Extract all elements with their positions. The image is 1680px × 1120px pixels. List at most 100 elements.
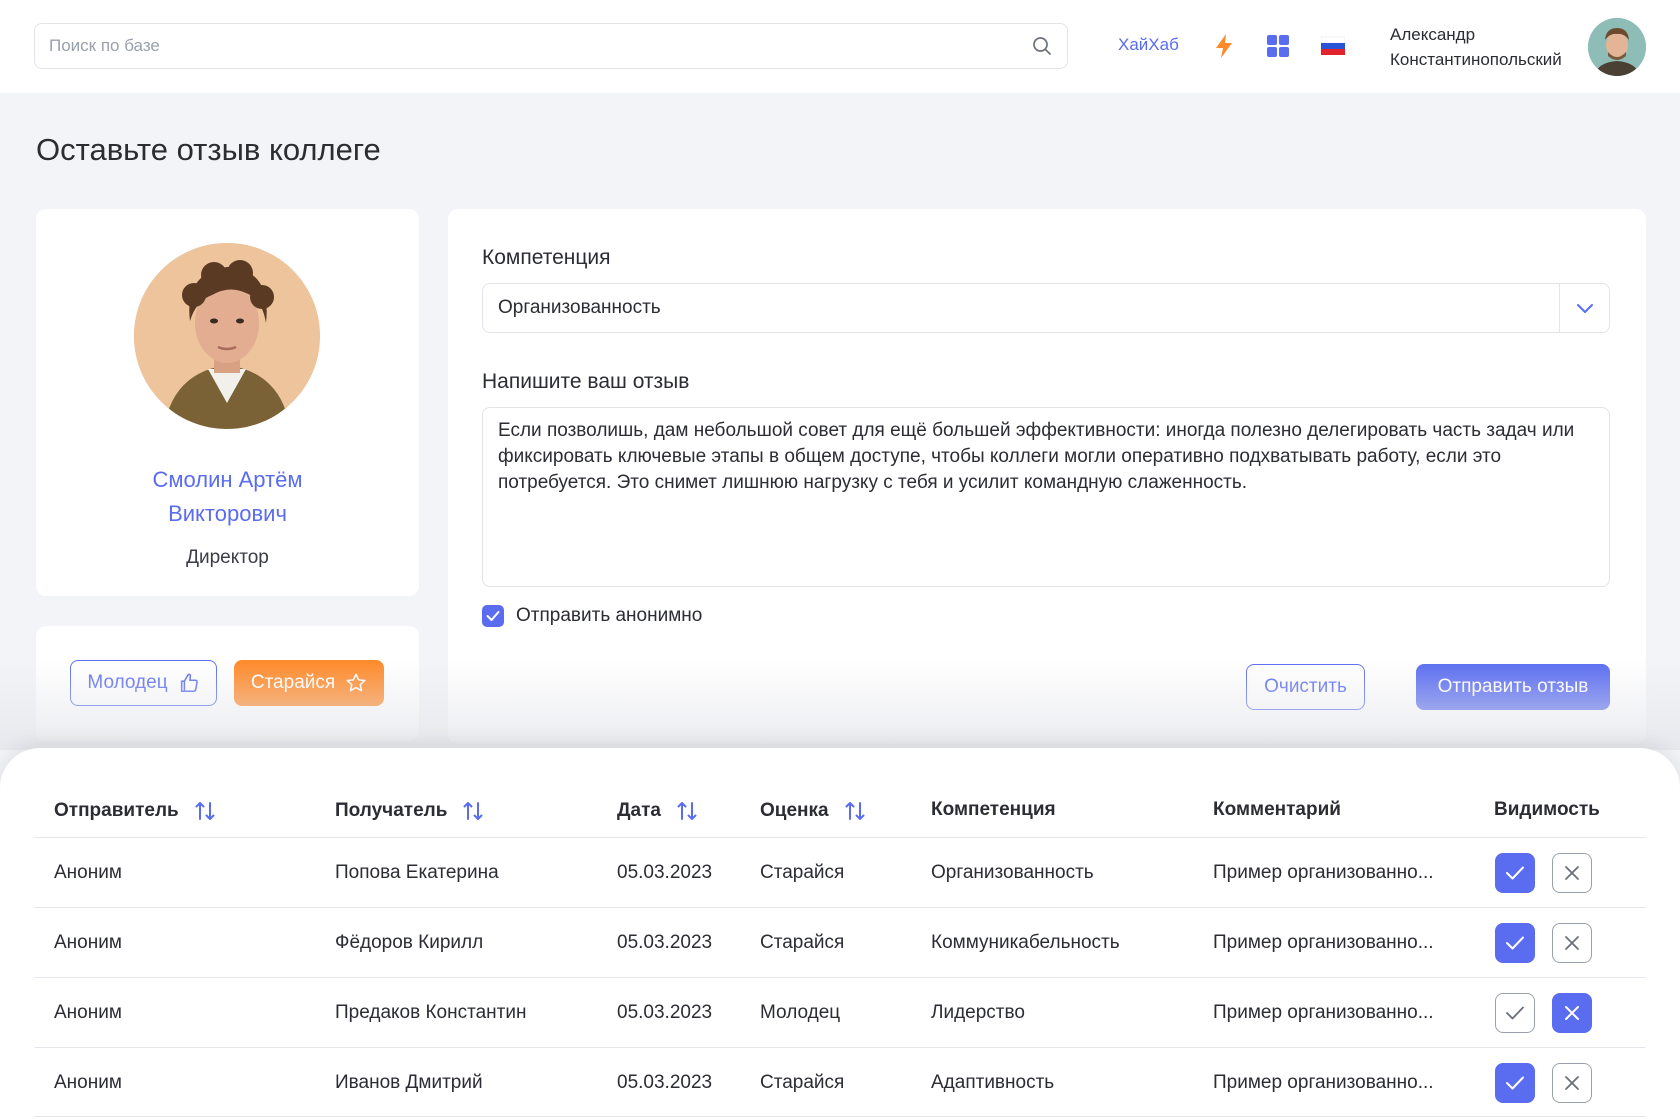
- check-icon: [1506, 866, 1524, 880]
- try-harder-button[interactable]: Старайся: [234, 660, 384, 706]
- cell-competence: Коммуникабельность: [931, 932, 1120, 953]
- chevron-down-icon[interactable]: [1559, 284, 1609, 332]
- good-job-label: Молодец: [87, 672, 168, 693]
- colleague-name[interactable]: Смолин Артём Викторович: [36, 463, 419, 531]
- clear-button[interactable]: Очистить: [1246, 664, 1365, 710]
- show-button[interactable]: [1495, 853, 1535, 893]
- user-avatar[interactable]: [1588, 18, 1646, 76]
- submit-review-button[interactable]: Отправить отзыв: [1416, 664, 1610, 710]
- cell-recipient: Предаков Константин: [335, 1002, 527, 1023]
- close-icon: [1565, 936, 1579, 950]
- th-visibility: Видимость: [1494, 799, 1600, 821]
- check-icon: [1506, 1076, 1524, 1090]
- sort-icon[interactable]: [675, 799, 699, 823]
- cell-comment[interactable]: Пример организованно...: [1213, 978, 1434, 1048]
- hide-button[interactable]: [1552, 993, 1592, 1033]
- check-icon: [1506, 1006, 1524, 1020]
- th-recipient: Получатель: [335, 799, 485, 823]
- table-row[interactable]: Аноним Иванов Дмитрий 05.03.2023 Старайс…: [34, 1047, 1646, 1117]
- cell-date: 05.03.2023: [617, 1002, 713, 1023]
- th-comment-label: Комментарий: [1213, 799, 1341, 820]
- colleague-photo: [134, 243, 320, 429]
- anonymous-checkbox-row[interactable]: Отправить анонимно: [482, 605, 702, 627]
- cell-comment[interactable]: Пример организованно...: [1213, 838, 1434, 908]
- hub-link[interactable]: ХайХаб: [1118, 35, 1179, 55]
- sort-icon[interactable]: [843, 799, 867, 823]
- cell-date: 05.03.2023: [617, 932, 713, 953]
- page-title: Оставьте отзыв коллеге: [36, 132, 381, 167]
- colleague-profile-card: Смолин Артём Викторович Директор: [36, 209, 419, 596]
- cell-sender: Аноним: [54, 1072, 122, 1093]
- sort-icon[interactable]: [193, 799, 217, 823]
- th-sender-label: Отправитель: [54, 800, 179, 821]
- table-row[interactable]: Аноним Попова Екатерина 05.03.2023 Стара…: [34, 837, 1646, 907]
- cell-rating: Молодец: [760, 1002, 841, 1023]
- cell-competence: Адаптивность: [931, 1072, 1055, 1093]
- colleague-role: Директор: [186, 547, 269, 568]
- colleague-name-line1: Смолин Артём: [152, 467, 303, 492]
- cell-rating: Старайся: [760, 862, 845, 883]
- competence-select-value: Организованность: [498, 297, 661, 318]
- th-visibility-label: Видимость: [1494, 799, 1600, 820]
- star-icon: [346, 673, 366, 692]
- competence-label: Компетенция: [482, 246, 611, 269]
- th-sender: Отправитель: [54, 799, 217, 823]
- checkmark-icon: [486, 611, 500, 621]
- show-button[interactable]: [1495, 923, 1535, 963]
- cell-comment[interactable]: Пример организованно...: [1213, 1048, 1434, 1118]
- competence-select[interactable]: Организованность: [482, 283, 1610, 333]
- cell-recipient: Попова Екатерина: [335, 862, 499, 883]
- anonymous-checkbox[interactable]: [482, 605, 504, 627]
- table-row[interactable]: Аноним Предаков Константин 05.03.2023 Мо…: [34, 977, 1646, 1047]
- grid-icon[interactable]: [1265, 33, 1291, 59]
- th-competence-label: Компетенция: [931, 799, 1056, 820]
- review-label: Напишите ваш отзыв: [482, 370, 690, 393]
- table-row[interactable]: Аноним Фёдоров Кирилл 05.03.2023 Старайс…: [34, 907, 1646, 977]
- lightning-icon[interactable]: [1211, 33, 1237, 59]
- cell-date: 05.03.2023: [617, 862, 713, 883]
- cell-date: 05.03.2023: [617, 1072, 713, 1093]
- search-input[interactable]: [49, 36, 1031, 56]
- review-textarea[interactable]: Если позволишь, дам небольшой совет для …: [482, 407, 1610, 587]
- try-harder-label: Старайся: [250, 672, 336, 693]
- reviews-table-panel: Отправитель Получатель Дата Оценка Компе…: [0, 748, 1680, 1120]
- thumbs-up-icon: [180, 673, 198, 693]
- colleague-name-line2: Викторович: [168, 501, 287, 526]
- user-first-name: Александр: [1390, 25, 1476, 44]
- th-date-label: Дата: [617, 800, 661, 821]
- anonymous-label: Отправить анонимно: [516, 605, 703, 626]
- user-last-name: Константинопольский: [1390, 50, 1562, 69]
- cell-rating: Старайся: [760, 1072, 845, 1093]
- praise-card: Молодец Старайся: [36, 626, 419, 741]
- close-icon: [1565, 866, 1579, 880]
- top-header: ХайХаб Александр Константинопольский: [0, 0, 1680, 93]
- search-bar[interactable]: [34, 23, 1068, 69]
- th-date: Дата: [617, 799, 699, 823]
- check-icon: [1506, 936, 1524, 950]
- th-competence: Компетенция: [931, 799, 1056, 821]
- russia-flag-icon[interactable]: [1320, 33, 1346, 59]
- cell-recipient: Иванов Дмитрий: [335, 1072, 483, 1093]
- sort-icon[interactable]: [461, 799, 485, 823]
- review-form-card: Компетенция Организованность Напишите ва…: [448, 209, 1646, 744]
- cell-comment[interactable]: Пример организованно...: [1213, 908, 1434, 978]
- cell-sender: Аноним: [54, 862, 122, 883]
- show-button[interactable]: [1495, 1063, 1535, 1103]
- hide-button[interactable]: [1552, 1063, 1592, 1103]
- th-rating: Оценка: [760, 799, 867, 823]
- th-rating-label: Оценка: [760, 800, 829, 821]
- good-job-button[interactable]: Молодец: [70, 660, 217, 706]
- close-icon: [1565, 1006, 1579, 1020]
- hide-button[interactable]: [1552, 853, 1592, 893]
- cell-rating: Старайся: [760, 932, 845, 953]
- hide-button[interactable]: [1552, 923, 1592, 963]
- cell-sender: Аноним: [54, 1002, 122, 1023]
- th-recipient-label: Получатель: [335, 800, 448, 821]
- search-icon[interactable]: [1031, 35, 1053, 57]
- clear-label: Очистить: [1264, 676, 1347, 697]
- th-comment: Комментарий: [1213, 799, 1341, 821]
- cell-sender: Аноним: [54, 932, 122, 953]
- close-icon: [1565, 1076, 1579, 1090]
- user-name[interactable]: Александр Константинопольский: [1390, 22, 1562, 72]
- show-button[interactable]: [1495, 993, 1535, 1033]
